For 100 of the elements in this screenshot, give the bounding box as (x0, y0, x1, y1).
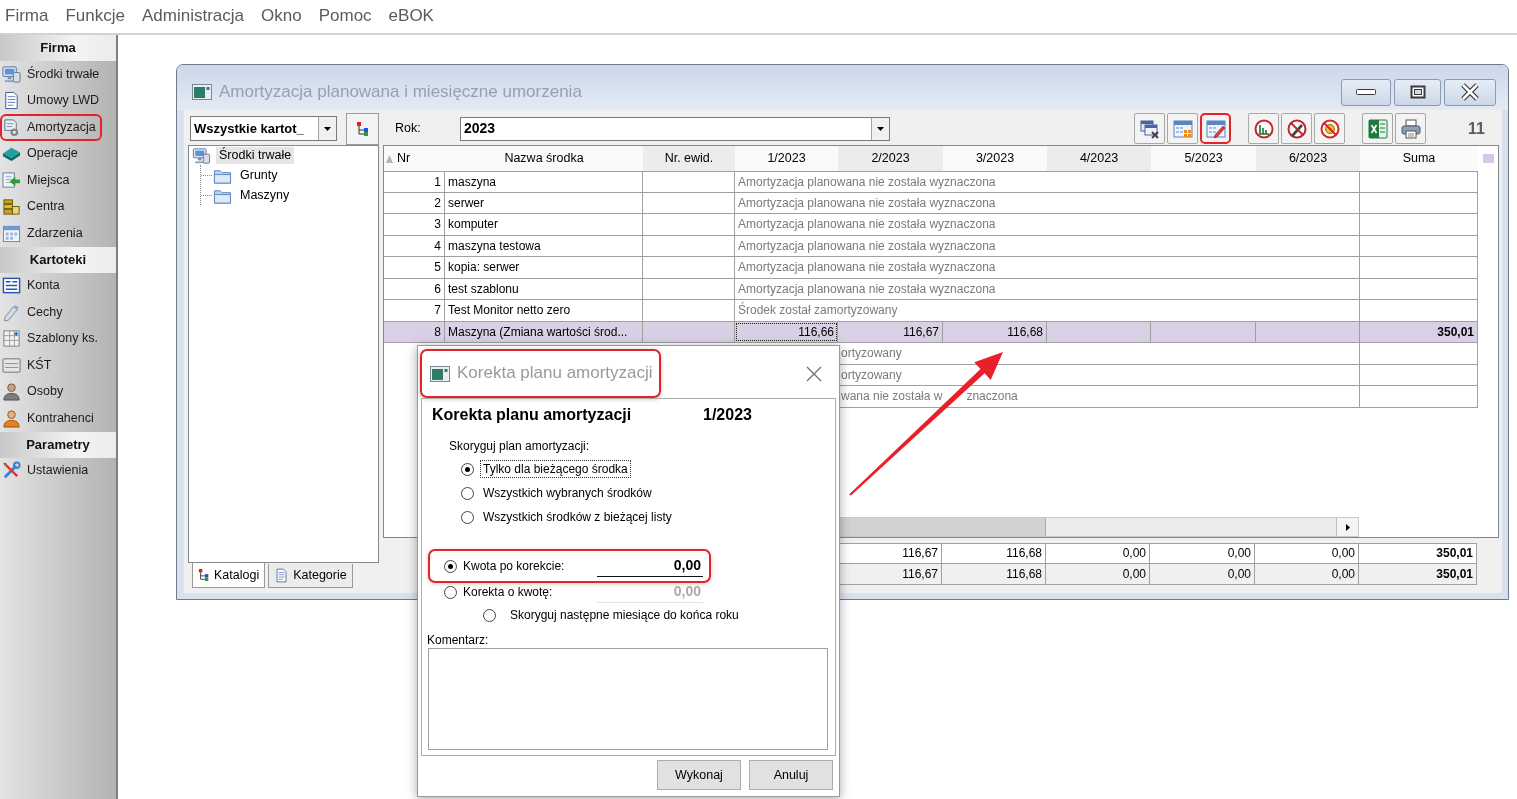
table-row[interactable]: 5 kopia: serwer Amortyzacja planowana nie została wyznaczona (384, 257, 1478, 279)
maximize-button[interactable] (1394, 78, 1441, 106)
option-label[interactable]: Wszystkich środków z bieżącej listy (480, 507, 675, 527)
total-cell: 116,68 (942, 564, 1046, 585)
dialog-button[interactable]: Anuluj (749, 760, 833, 790)
horizontal-scrollbar[interactable] (839, 517, 1359, 537)
section-header[interactable]: Parametry (0, 431, 116, 458)
scrollbar-thumb[interactable] (840, 518, 1046, 536)
menu-item[interactable]: Firma (5, 6, 49, 27)
option-label[interactable]: Wszystkich wybranych środków (480, 483, 655, 503)
section-header[interactable]: Kartoteki (0, 246, 116, 273)
column-header[interactable]: 2/2023 (838, 146, 943, 171)
calendar-icon (2, 223, 21, 243)
comment-field[interactable] (428, 648, 828, 750)
year-combobox[interactable]: 2023 (460, 116, 890, 141)
radio-button[interactable] (461, 510, 474, 524)
toolbar-button[interactable] (1200, 113, 1232, 144)
sidebar-item[interactable]: Miejsca (0, 166, 76, 194)
column-header[interactable]: Nazwa środka (445, 146, 643, 171)
option-label[interactable]: Skoryguj następne miesiące do końca roku (507, 605, 742, 625)
toolbar-button[interactable] (1395, 113, 1427, 144)
record-count: 11 (1468, 118, 1485, 139)
printer-icon (1399, 117, 1422, 140)
chart-circle-icon (1252, 117, 1275, 140)
column-header[interactable]: 3/2023 (943, 146, 1047, 171)
windows-cross-icon (1138, 117, 1161, 140)
menu-item[interactable]: Pomoc (318, 6, 372, 27)
tab[interactable]: Kategorie (268, 564, 353, 588)
table-row[interactable]: 4 maszyna testowa Amortyzacja planowana nie została wyznaczona (384, 235, 1478, 257)
toolbar-button[interactable] (1134, 113, 1166, 144)
total-cell: 0,00 (1150, 543, 1255, 564)
dropdown-button[interactable] (318, 117, 336, 140)
person-icon (2, 408, 21, 428)
column-header[interactable]: Nr. ewid. (643, 146, 735, 171)
menu-item[interactable]: Funkcje (65, 6, 125, 27)
radio-button[interactable] (444, 559, 457, 573)
column-header[interactable]: 4/2023 (1047, 146, 1151, 171)
radio-button[interactable] (461, 486, 474, 500)
dropdown-button[interactable] (871, 117, 889, 140)
filter-combobox[interactable]: Wszystkie kartot_ (190, 116, 337, 141)
sidebar-item[interactable]: Kontrahenci (0, 404, 100, 432)
table-row[interactable]: 7 Test Monitor netto zero Środek został zamortyzowany (384, 300, 1478, 322)
toolbar-button[interactable] (1362, 113, 1394, 144)
close-icon[interactable] (806, 365, 822, 382)
column-header[interactable]: Nr (384, 146, 445, 171)
dialog-button[interactable]: Wykonaj (657, 760, 741, 790)
sidebar-item[interactable]: KŚT (0, 351, 58, 379)
tree-view-button[interactable] (346, 112, 379, 145)
tree-item[interactable]: Środki trwałe (216, 147, 295, 164)
close-icon (1460, 83, 1480, 101)
total-cell: 350,01 (1359, 564, 1477, 585)
radio-button[interactable] (461, 462, 474, 476)
sidebar-item[interactable]: Cechy (0, 298, 69, 326)
column-header[interactable]: 5/2023 (1151, 146, 1256, 171)
table-row[interactable]: 1 maszyna Amortyzacja planowana nie została wyznaczona (384, 171, 1478, 193)
column-header[interactable]: 6/2023 (1256, 146, 1360, 171)
tree-item[interactable]: Grunty (237, 166, 281, 184)
toolbar-button[interactable] (1281, 113, 1313, 144)
window-arrow-icon (2, 170, 21, 190)
toolbar-button[interactable] (1248, 113, 1280, 144)
table-cell: maszyna testowa (445, 235, 643, 256)
table-cell: 4 (384, 235, 445, 256)
tag-icon (2, 302, 21, 322)
table-cell: Maszyna (Zmiana wartości środ... (445, 321, 643, 342)
tab[interactable]: Katalogi (192, 563, 266, 588)
menu-item[interactable]: Administracja (142, 6, 245, 27)
tree-item[interactable]: Maszyny (237, 186, 293, 204)
table-row[interactable]: 3 komputer Amortyzacja planowana nie została wyznaczona (384, 214, 1478, 236)
sidebar-item[interactable]: Umowy LWD (0, 87, 105, 115)
sidebar-item[interactable]: Osoby (0, 378, 70, 406)
scroll-right-button[interactable] (1336, 518, 1358, 536)
sidebar-item[interactable]: Operacje (0, 140, 84, 168)
sidebar-item[interactable]: Środki trwałe (0, 60, 106, 88)
section-header[interactable]: Firma (0, 35, 116, 61)
option-label[interactable]: Kwota po korekcie: (460, 556, 568, 576)
close-button[interactable] (1444, 78, 1496, 106)
menu-item[interactable]: Okno (261, 6, 302, 27)
sidebar-item[interactable]: Zdarzenia (0, 219, 89, 247)
minimize-button[interactable] (1341, 78, 1391, 106)
sidebar-item[interactable]: Ustawienia (0, 457, 95, 485)
table-cell: 3 (384, 214, 445, 235)
total-cell: 0,00 (1150, 564, 1255, 585)
column-header[interactable]: 1/2023 (735, 146, 838, 171)
table-cell: 8 (384, 321, 445, 342)
option-label[interactable]: Tylko dla bieżącego środka (480, 459, 631, 479)
amount-field[interactable]: 0,00 (597, 555, 703, 577)
table-row[interactable]: 6 test szablonu Amortyzacja planowana nie została wyznaczona (384, 278, 1478, 300)
toolbar-button[interactable] (1314, 113, 1346, 144)
table-cell: Test Monitor netto zero (445, 300, 643, 321)
sidebar-item[interactable]: Centra (0, 193, 71, 221)
table-cell: maszyna (445, 172, 643, 192)
column-header[interactable]: Suma (1360, 146, 1478, 171)
sidebar-item[interactable]: Szablony ks. (0, 325, 104, 353)
radio-button[interactable] (483, 608, 496, 622)
sidebar-item[interactable]: Amortyzacja (0, 113, 102, 141)
table-row[interactable]: 2 serwer Amortyzacja planowana nie została wyznaczona (384, 192, 1478, 214)
menu-item[interactable]: eBOK (388, 6, 434, 27)
table-row[interactable]: 8 Maszyna (Zmiana wartości środ... 116,66 116,67 116,68 350,01 (384, 321, 1478, 343)
spreadsheet-icon (1366, 117, 1389, 140)
sidebar-item[interactable]: Konta (0, 272, 66, 300)
